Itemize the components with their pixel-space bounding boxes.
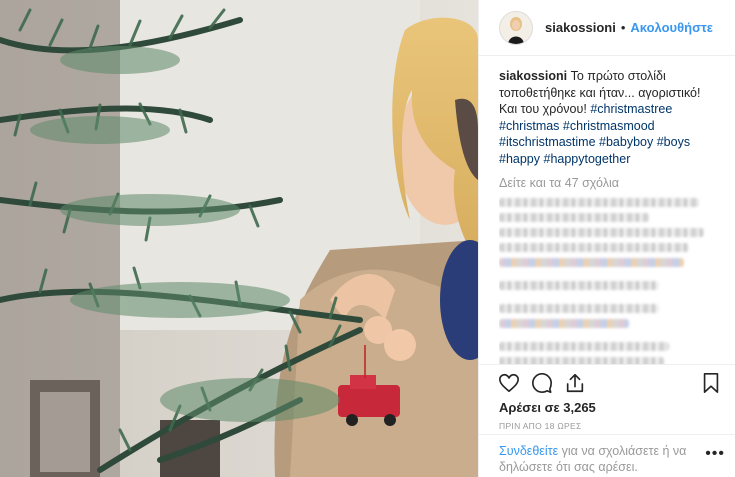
blurred-comment-line <box>499 304 659 313</box>
blurred-comment-line <box>499 342 669 351</box>
blurred-comment-line <box>499 243 689 252</box>
blurred-comment-line <box>499 213 649 222</box>
avatar[interactable] <box>499 10 533 45</box>
blurred-comment-line <box>499 357 664 364</box>
separator-dot: • <box>620 20 626 35</box>
blurred-comment-line <box>499 319 629 328</box>
post-side-panel: siakossioni • Ακολουθήστε siakossioni Το… <box>478 0 735 477</box>
comments-list[interactable]: siakossioni Το πρώτο στολίδι τοποθετήθηκ… <box>499 68 721 364</box>
follow-button[interactable]: Ακολουθήστε <box>630 20 713 35</box>
blurred-comments <box>499 198 721 364</box>
blurred-comment-line <box>499 228 704 237</box>
comment-icon[interactable] <box>530 371 554 395</box>
hashtag-link[interactable]: #christmas <box>499 119 559 133</box>
blurred-comment-line <box>499 258 684 267</box>
hashtag-link[interactable]: #christmastree <box>590 102 672 116</box>
login-link[interactable]: Συνδεθείτε <box>499 444 558 458</box>
hashtag-link[interactable]: #boys <box>657 135 690 149</box>
hashtag-link[interactable]: #christmasmood <box>563 119 655 133</box>
hashtag-link[interactable]: #happytogether <box>544 152 631 166</box>
hashtag-link[interactable]: #itschristmastime <box>499 135 596 149</box>
view-all-comments-link[interactable]: Δείτε και τα 47 σχόλια <box>499 176 721 190</box>
heart-icon[interactable] <box>497 371 521 395</box>
login-prompt: Συνδεθείτε για να σχολιάσετε ή να δηλώσε… <box>479 434 735 477</box>
hashtag-link[interactable]: #babyboy <box>599 135 653 149</box>
caption: siakossioni Το πρώτο στολίδι τοποθετήθηκ… <box>499 68 721 167</box>
bookmark-icon[interactable] <box>699 371 723 395</box>
more-options-button[interactable]: ••• <box>705 446 725 462</box>
action-bar <box>479 364 735 400</box>
blurred-comment-line <box>499 198 699 207</box>
caption-username[interactable]: siakossioni <box>499 69 567 83</box>
likes-count[interactable]: Αρέσει σε 3,265 <box>499 400 596 415</box>
post-header: siakossioni • Ακολουθήστε <box>479 0 735 56</box>
share-icon[interactable] <box>563 371 587 395</box>
hashtag-link[interactable]: #happy <box>499 152 540 166</box>
username-link[interactable]: siakossioni <box>545 20 616 35</box>
post-timestamp[interactable]: ΠΡΙΝ ΑΠΟ 18 ΩΡΕΣ <box>499 421 582 431</box>
post-photo <box>0 0 478 477</box>
blurred-comment-line <box>499 281 659 290</box>
